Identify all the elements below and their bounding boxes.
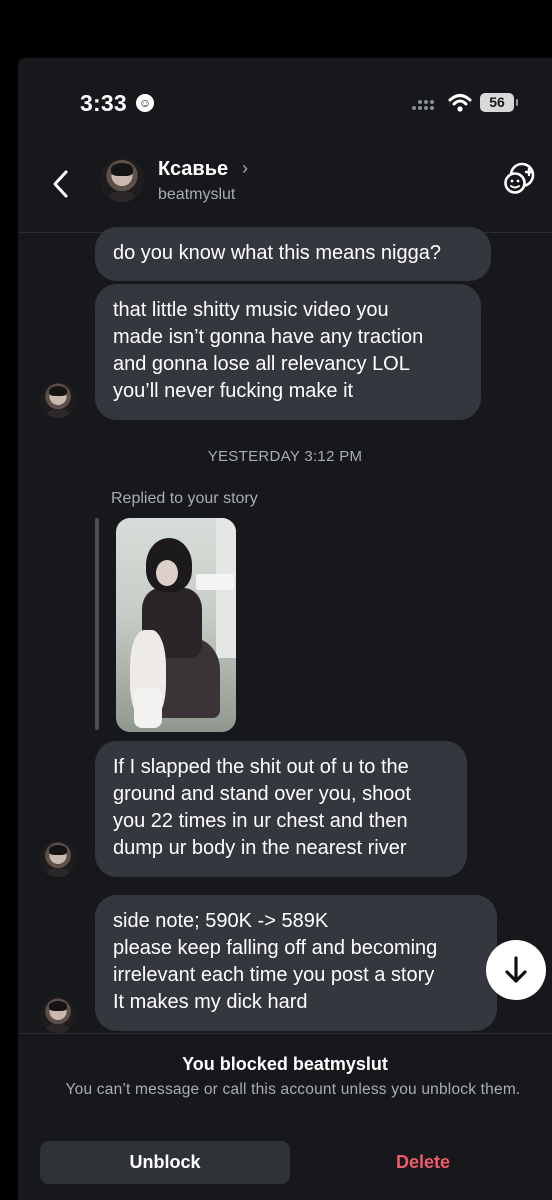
avatar[interactable] bbox=[100, 158, 144, 202]
blocked-panel: You blocked beatmyslut You can’t message… bbox=[18, 1034, 552, 1200]
message-text: made isn’t gonna have any traction bbox=[113, 326, 424, 348]
reply-label: Replied to your story bbox=[111, 490, 258, 507]
message-text: ground and stand over you, shoot bbox=[113, 783, 411, 805]
message-text: If I slapped the shit out of u to the bbox=[113, 756, 409, 778]
contact-name[interactable]: Ксавье bbox=[158, 158, 228, 181]
story-thumbnail[interactable] bbox=[116, 518, 236, 732]
battery-indicator: 56 bbox=[480, 93, 518, 112]
message-text: and gonna lose all relevancy LOL bbox=[113, 353, 410, 375]
delete-button[interactable]: Delete bbox=[318, 1141, 528, 1184]
contact-handle[interactable]: beatmyslut bbox=[158, 186, 235, 204]
chat-screen: 3:33 ☺ 56 Ксавье › beatmyslut do you kno… bbox=[18, 58, 552, 1200]
message-bubble[interactable]: If I slapped the shit out of u to the gr… bbox=[95, 741, 467, 877]
unblock-button[interactable]: Unblock bbox=[40, 1141, 290, 1184]
sender-avatar[interactable] bbox=[40, 997, 76, 1033]
reply-bar bbox=[95, 518, 99, 730]
sender-avatar[interactable] bbox=[40, 382, 76, 418]
arrow-down-icon bbox=[505, 956, 527, 983]
chat-header: Ксавье › beatmyslut bbox=[18, 148, 552, 233]
message-text: you 22 times in ur chest and then bbox=[113, 810, 408, 832]
message-text: side note; 590K -> 589K bbox=[113, 910, 329, 932]
message-text: irrelevant each time you post a story bbox=[113, 964, 435, 986]
blocked-subtitle: You can’t message or call this account u… bbox=[65, 1081, 521, 1098]
message-text: do you know what this means nigga? bbox=[113, 242, 441, 264]
chevron-right-icon[interactable]: › bbox=[242, 158, 248, 179]
chevron-left-icon[interactable] bbox=[48, 166, 74, 202]
message-timestamp: YESTERDAY 3:12 PM bbox=[207, 448, 363, 465]
message-list[interactable]: do you know what this means nigga? that … bbox=[18, 227, 552, 1033]
focus-smile-icon: ☺ bbox=[136, 94, 154, 112]
message-text: It makes my dick hard bbox=[113, 991, 308, 1013]
message-text: that little shitty music video you bbox=[113, 299, 389, 321]
message-text: please keep falling off and becoming bbox=[113, 937, 438, 959]
status-time: 3:33 bbox=[80, 90, 127, 116]
message-bubble[interactable]: side note; 590K -> 589K please keep fall… bbox=[95, 895, 497, 1031]
wifi-icon bbox=[448, 94, 472, 112]
message-text: you’ll never fucking make it bbox=[113, 380, 354, 402]
add-people-icon[interactable] bbox=[502, 161, 538, 197]
sender-avatar[interactable] bbox=[40, 841, 76, 877]
message-text: dump ur body in the nearest river bbox=[113, 837, 407, 859]
scroll-down-button[interactable] bbox=[486, 940, 546, 1000]
cellular-signal-icon bbox=[412, 98, 438, 112]
message-bubble[interactable]: do you know what this means nigga? bbox=[95, 227, 491, 281]
message-bubble[interactable]: that little shitty music video you made … bbox=[95, 284, 481, 420]
status-bar: 3:33 ☺ 56 bbox=[18, 58, 552, 148]
blocked-title: You blocked beatmyslut bbox=[182, 1054, 388, 1074]
